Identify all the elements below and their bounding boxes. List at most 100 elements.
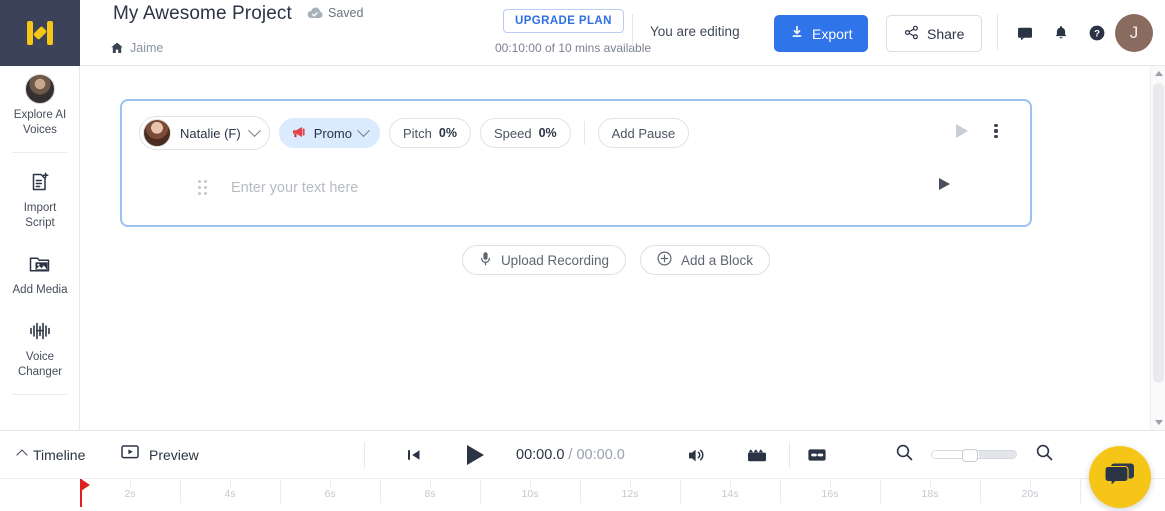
ruler-tick <box>330 479 331 488</box>
sidebar-item-label: Voice <box>26 351 54 363</box>
zoom-slider-thumb[interactable] <box>962 449 978 462</box>
ruler-tick <box>580 479 581 503</box>
ruler-tick <box>630 479 631 488</box>
preview-toggle[interactable]: Preview <box>120 443 199 466</box>
ruler-tick <box>730 479 731 488</box>
zoom-out-icon[interactable] <box>895 443 914 467</box>
header-divider-2 <box>997 14 998 50</box>
sidebar-item-voice-changer[interactable]: Voice Changer <box>0 308 80 390</box>
upgrade-plan-button[interactable]: UPGRADE PLAN <box>503 9 624 33</box>
ruler-label: 14s <box>722 488 739 500</box>
import-script-icon <box>4 167 76 197</box>
voice-style-selector[interactable]: Promo <box>279 118 380 148</box>
voice-avatar-icon <box>4 74 76 104</box>
app-root: My Awesome Project Saved Jaime UPGRADE P… <box>0 0 1165 511</box>
share-icon <box>904 25 919 43</box>
preview-label: Preview <box>149 447 199 463</box>
sidebar-item-add-media[interactable]: Add Media <box>0 241 80 308</box>
add-a-block-button[interactable]: Add a Block <box>640 245 770 275</box>
block-toolbar: Natalie (F) Promo Pitch 0% Speed 0% <box>139 115 1018 151</box>
canvas-scrollbar[interactable] <box>1150 66 1165 430</box>
saved-status: Saved <box>307 6 363 20</box>
upload-recording-label: Upload Recording <box>501 253 609 268</box>
chevron-down-icon <box>248 124 261 137</box>
ruler-label: 12s <box>622 488 639 500</box>
ruler-tick <box>1030 479 1031 488</box>
timeline-ruler[interactable]: 2s4s6s8s10s12s14s16s18s20s2 <box>0 478 1165 511</box>
ruler-gutter <box>0 479 75 511</box>
scroll-up-icon[interactable] <box>1151 66 1165 81</box>
script-block[interactable]: Natalie (F) Promo Pitch 0% Speed 0% <box>120 99 1032 227</box>
add-a-block-label: Add a Block <box>681 253 753 268</box>
share-label: Share <box>927 26 964 42</box>
ruler-label: 16s <box>822 488 839 500</box>
skip-to-start-icon[interactable] <box>405 447 423 463</box>
help-circle-icon[interactable]: ? <box>1087 23 1107 43</box>
export-button[interactable]: Export <box>774 15 868 52</box>
pitch-control[interactable]: Pitch 0% <box>389 118 471 148</box>
ruler-label: 18s <box>922 488 939 500</box>
feedback-flag-icon[interactable] <box>1015 23 1035 43</box>
playback-divider <box>364 442 365 468</box>
drag-handle-icon[interactable] <box>198 180 210 196</box>
notifications-bell-icon[interactable] <box>1051 23 1071 43</box>
chat-support-button[interactable] <box>1089 446 1151 508</box>
zoom-slider[interactable] <box>931 450 1017 459</box>
total-time: 00:00.0 <box>576 447 624 463</box>
script-text-input[interactable]: Enter your text here <box>231 180 358 196</box>
sidebar-item-import-script[interactable]: Import Script <box>0 159 80 241</box>
pitch-value: 0% <box>439 126 457 140</box>
volume-icon[interactable] <box>686 446 706 464</box>
ruler-label: 8s <box>424 488 435 500</box>
sidebar-item-label-2: Voices <box>23 124 57 136</box>
sidebar-item-label-2: Changer <box>18 366 62 378</box>
voice-avatar <box>143 119 171 147</box>
ruler-tick <box>130 479 131 488</box>
clapperboard-icon[interactable] <box>746 446 768 464</box>
add-pause-button[interactable]: Add Pause <box>598 118 690 148</box>
ruler-tick <box>830 479 831 488</box>
play-icon[interactable] <box>467 445 484 465</box>
playback-bar: Timeline Preview 00:00.0 / 00:00.0 <box>0 430 1165 478</box>
toolbar-divider <box>584 121 585 145</box>
ruler-tick <box>480 479 481 503</box>
ruler-tick <box>280 479 281 503</box>
sidebar-item-label: Explore AI <box>14 109 66 121</box>
closed-captions-icon[interactable] <box>806 447 828 463</box>
svg-text:?: ? <box>1094 29 1100 40</box>
upload-recording-button[interactable]: Upload Recording <box>462 245 626 275</box>
header-divider <box>632 14 633 50</box>
ruler-tick <box>1080 479 1081 503</box>
breadcrumb[interactable]: Jaime <box>110 41 163 55</box>
timeline-label: Timeline <box>33 447 85 463</box>
voice-selector[interactable]: Natalie (F) <box>139 116 270 150</box>
playback-divider-2 <box>789 442 790 468</box>
playhead[interactable] <box>80 479 82 507</box>
time-separator: / <box>568 447 572 463</box>
download-icon <box>790 25 804 42</box>
ruler-tick <box>380 479 381 503</box>
sidebar-item-explore-ai-voices[interactable]: Explore AI Voices <box>0 66 80 148</box>
speed-value: 0% <box>539 126 557 140</box>
block-preview-play-icon[interactable] <box>956 124 968 138</box>
ruler-label: 20s <box>1022 488 1039 500</box>
home-icon <box>110 41 124 55</box>
avatar[interactable]: J <box>1115 14 1153 52</box>
block-more-options-icon[interactable] <box>988 123 1004 139</box>
chevron-down-icon-style <box>357 124 370 137</box>
block-actions: Upload Recording Add a Block <box>81 245 1151 275</box>
line-play-icon[interactable] <box>939 178 950 190</box>
editor-canvas: Natalie (F) Promo Pitch 0% Speed 0% <box>81 66 1151 430</box>
app-logo[interactable] <box>0 0 80 66</box>
ruler-label: 2s <box>124 488 135 500</box>
scrollbar-thumb[interactable] <box>1153 83 1164 383</box>
share-button[interactable]: Share <box>886 15 982 52</box>
block-text-row: Enter your text here <box>139 163 1018 213</box>
timeline-toggle[interactable]: Timeline <box>18 447 85 463</box>
page-title: My Awesome Project <box>113 3 292 25</box>
speed-control[interactable]: Speed 0% <box>480 118 571 148</box>
sidebar-divider <box>12 152 67 153</box>
voice-changer-icon <box>4 316 76 346</box>
scroll-down-icon[interactable] <box>1151 415 1165 430</box>
zoom-in-icon[interactable] <box>1035 443 1054 467</box>
